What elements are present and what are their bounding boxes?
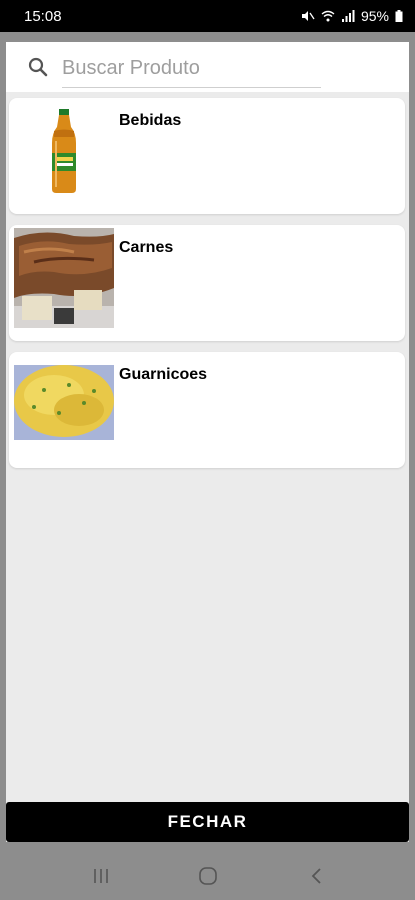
status-bar: 15:08 95%	[0, 0, 415, 32]
status-time: 15:08	[24, 8, 62, 25]
category-label: Guarnicoes	[119, 366, 208, 383]
close-button[interactable]: FECHAR	[6, 802, 409, 842]
soda-bottle-image	[14, 101, 114, 201]
search-icon	[28, 57, 48, 77]
battery-percent: 95%	[360, 8, 389, 24]
home-icon[interactable]	[197, 866, 219, 886]
mute-icon	[301, 11, 315, 21]
category-card-bebidas[interactable]: Bebidas	[9, 98, 405, 214]
meat-image	[14, 228, 114, 328]
recent-apps-icon[interactable]	[90, 866, 112, 886]
wifi-icon	[321, 10, 335, 22]
category-list: Bebidas Carnes Guarnicoes	[9, 98, 406, 479]
category-label: Bebidas	[119, 112, 182, 129]
navigation-bar	[0, 852, 415, 900]
search-bar	[6, 42, 409, 92]
category-label: Carnes	[119, 239, 174, 256]
back-icon[interactable]	[306, 866, 328, 886]
battery-icon	[395, 10, 403, 22]
signal-icon	[341, 10, 355, 22]
category-card-guarnicoes[interactable]: Guarnicoes	[9, 352, 405, 468]
category-card-carnes[interactable]: Carnes	[9, 225, 405, 341]
status-icons: 95%	[301, 8, 403, 24]
category-dialog: Bebidas Carnes	[6, 42, 409, 842]
search-underline	[62, 87, 321, 88]
search-input[interactable]	[62, 54, 322, 82]
farofa-image	[14, 355, 114, 455]
